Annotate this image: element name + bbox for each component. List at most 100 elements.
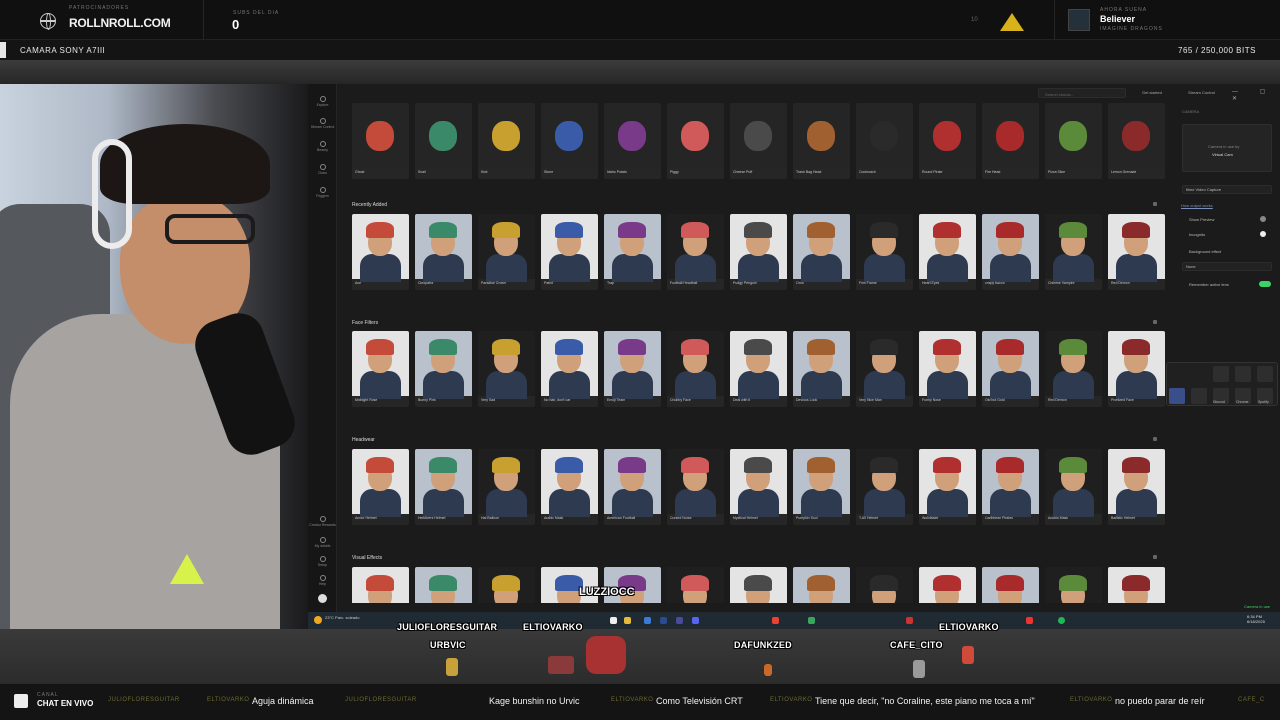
lens-card[interactable]: Bunny Pink <box>415 331 472 407</box>
lens-card[interactable]: Patrol <box>541 214 598 290</box>
sidebar-item-explore[interactable]: Explore <box>309 96 336 107</box>
lens-card[interactable] <box>415 567 472 603</box>
lens-card[interactable] <box>856 567 913 603</box>
lens-card[interactable] <box>1045 567 1102 603</box>
lens-card[interactable]: Cursed Nurse <box>667 449 724 525</box>
mini-control-button[interactable] <box>1213 366 1229 382</box>
taskbar-app-icon[interactable] <box>906 617 913 624</box>
avatar[interactable] <box>318 594 327 603</box>
sidebar-item-friggers[interactable]: Friggers <box>309 187 336 198</box>
lens-card[interactable]: Old but Gold <box>982 331 1039 407</box>
lens-card[interactable]: Piggy <box>667 103 724 179</box>
lens-card[interactable]: Round Pirate <box>919 103 976 179</box>
lens-card[interactable]: Pixelized Face <box>1108 331 1165 407</box>
taskbar-app-icon[interactable] <box>610 617 617 624</box>
lens-card[interactable]: Ghost <box>352 103 409 179</box>
lens-card[interactable] <box>667 567 724 603</box>
spotify-icon[interactable] <box>1058 617 1065 624</box>
lens-card[interactable]: Mystical Helmet <box>730 449 787 525</box>
taskbar-app-icon[interactable] <box>644 617 651 624</box>
lens-card[interactable]: Trap <box>604 214 661 290</box>
lens-card[interactable]: Armor Helmet <box>352 449 409 525</box>
chrome-icon[interactable] <box>772 617 779 624</box>
lens-card[interactable]: Devious Look <box>793 331 850 407</box>
lens-card[interactable]: Chinese Vampire <box>1045 214 1102 290</box>
taskbar-app-icon[interactable] <box>660 617 667 624</box>
lens-card[interactable]: Film Frame <box>856 214 913 290</box>
show-preview-toggle[interactable] <box>1260 216 1266 222</box>
taskbar-app-icon[interactable] <box>808 617 815 624</box>
lens-card[interactable]: Idaho Potato <box>604 103 661 179</box>
lens-card[interactable]: Red Demon <box>1108 214 1165 290</box>
lens-card[interactable]: Fire Head <box>982 103 1039 179</box>
sidebar-item-my-details[interactable]: My details <box>309 537 336 548</box>
lens-card[interactable]: Pizza Slice <box>1045 103 1102 179</box>
lens-card[interactable]: Lemon Grenade <box>1108 103 1165 179</box>
lens-card[interactable]: Chubby Face <box>667 331 724 407</box>
lens-card[interactable]: Midnight Rose <box>352 331 409 407</box>
lens-card[interactable]: Paradise Crown <box>478 214 535 290</box>
lens-card[interactable]: Ace <box>352 214 409 290</box>
lens-card[interactable]: Wolvblade <box>919 449 976 525</box>
mini-control-button[interactable] <box>1257 366 1273 382</box>
lens-card[interactable] <box>1108 567 1165 603</box>
lens-card[interactable]: Pudgy Penguin <box>730 214 787 290</box>
lens-card[interactable]: Red Demon <box>1045 331 1102 407</box>
mini-control-button[interactable] <box>1235 366 1251 382</box>
lens-card[interactable]: Snail <box>415 103 472 179</box>
lens-card[interactable]: Cheese Puff <box>730 103 787 179</box>
lens-card[interactable]: Orno <box>793 214 850 290</box>
lens-card[interactable] <box>478 567 535 603</box>
lens-card[interactable] <box>919 567 976 603</box>
lens-card[interactable]: No hair, don't car <box>541 331 598 407</box>
lens-card[interactable]: Ballistic Helmet <box>1108 449 1165 525</box>
lens-card[interactable]: Anubis Mask <box>1045 449 1102 525</box>
lens-card[interactable]: Kiwi <box>478 103 535 179</box>
lens-card[interactable]: Trash Bag Head <box>793 103 850 179</box>
folder-icon[interactable] <box>624 617 631 624</box>
lens-card[interactable]: Arabic Mask <box>541 449 598 525</box>
lens-card[interactable]: Very Sad <box>478 331 535 407</box>
taskbar-app-icon[interactable] <box>1026 617 1033 624</box>
lens-card[interactable]: T-60 Helmet <box>856 449 913 525</box>
lens-card[interactable] <box>793 567 850 603</box>
sidebar-item-beauty[interactable]: Beauty <box>309 141 336 152</box>
lens-card[interactable]: Cleopatra <box>415 214 472 290</box>
sidebar-item-help[interactable]: Help <box>309 575 336 586</box>
discord-icon[interactable] <box>692 617 699 624</box>
how-output-link[interactable]: How output works <box>1181 203 1213 208</box>
lens-card[interactable]: Cockroach <box>856 103 913 179</box>
lens-card[interactable]: crispy bacon <box>982 214 1039 290</box>
section-more-icon[interactable] <box>1153 202 1157 206</box>
lens-card[interactable]: Stone <box>541 103 598 179</box>
lens-card[interactable]: Very Nice Man <box>856 331 913 407</box>
lens-card[interactable]: Funny Nose <box>919 331 976 407</box>
lens-card[interactable]: Deal with it <box>730 331 787 407</box>
lens-card[interactable]: Helldivers Helmet <box>415 449 472 525</box>
lens-card[interactable]: Pumpkin Soul <box>793 449 850 525</box>
lens-card[interactable] <box>730 567 787 603</box>
lens-card[interactable]: Hat Balloon <box>478 449 535 525</box>
lens-card[interactable]: Emoji Team <box>604 331 661 407</box>
lens-card[interactable]: American Football <box>604 449 661 525</box>
mini-control-active-button[interactable] <box>1169 388 1185 404</box>
sidebar-item-clubs[interactable]: Clubs <box>309 164 336 175</box>
lens-card[interactable] <box>982 567 1039 603</box>
incognito-toggle[interactable] <box>1260 231 1266 237</box>
stream-control-button[interactable]: Stream Control <box>1188 90 1215 95</box>
get-started-button[interactable]: Get started <box>1142 90 1162 95</box>
section-more-icon[interactable] <box>1153 320 1157 324</box>
lens-card[interactable] <box>352 567 409 603</box>
section-more-icon[interactable] <box>1153 555 1157 559</box>
lens-card[interactable]: Caribbean Pirates <box>982 449 1039 525</box>
lens-card[interactable]: Heart Eyes <box>919 214 976 290</box>
mini-control-button[interactable] <box>1191 388 1207 404</box>
remember-lens-toggle[interactable] <box>1259 281 1271 287</box>
search-input[interactable]: Search shouts... <box>1038 88 1126 98</box>
sidebar-item-setup[interactable]: Setup <box>309 556 336 567</box>
sidebar-item-stream-control[interactable]: Stream Control <box>309 118 336 129</box>
sidebar-item-creator-rewards[interactable]: Creator Rewards <box>309 516 336 527</box>
section-more-icon[interactable] <box>1153 437 1157 441</box>
taskbar-app-icon[interactable] <box>676 617 683 624</box>
lens-card[interactable]: Football Headball <box>667 214 724 290</box>
